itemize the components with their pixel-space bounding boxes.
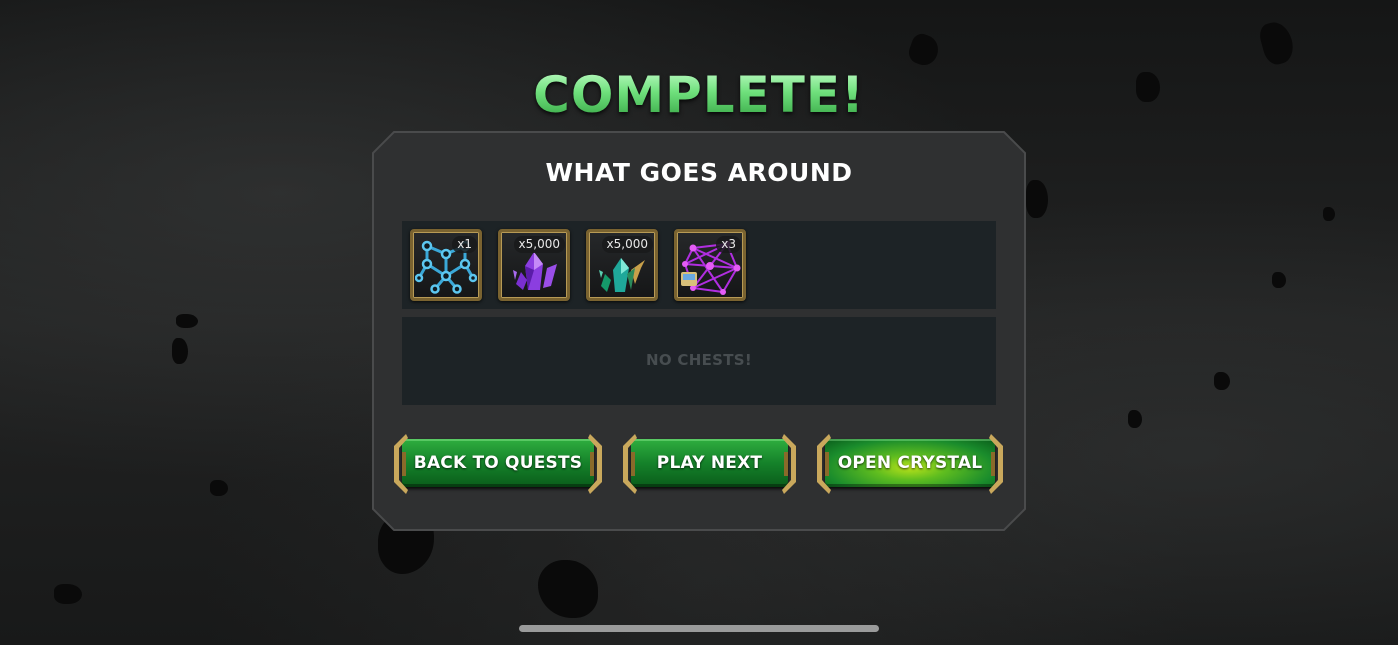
reward-item[interactable]: x5,000	[586, 229, 658, 301]
reward-quantity: x5,000	[513, 236, 565, 253]
asteroid	[54, 584, 82, 604]
reward-item[interactable]: x5,000	[498, 229, 570, 301]
asteroid	[1257, 18, 1297, 68]
asteroid	[1272, 272, 1286, 288]
asteroid	[1128, 410, 1142, 428]
quest-name: WHAT GOES AROUND	[545, 158, 853, 187]
asteroid	[538, 560, 598, 618]
no-chests-label: NO CHESTS!	[645, 351, 752, 369]
open-crystal-label: OPEN CRYSTAL	[837, 453, 983, 473]
asteroid	[210, 480, 228, 496]
open-crystal-button[interactable]: OPEN CRYSTAL	[815, 434, 1005, 494]
game-screen: COMPLETE! WHAT GOES AROUND x1 x5,000 x5,…	[0, 0, 1398, 645]
complete-title: COMPLETE!	[0, 66, 1398, 124]
rewards-row: x1 x5,000 x5,000 x3	[402, 221, 996, 309]
asteroid	[172, 338, 188, 364]
back-to-quests-label: BACK TO QUESTS	[413, 453, 583, 473]
reward-item[interactable]: x1	[410, 229, 482, 301]
play-next-button[interactable]: PLAY NEXT	[621, 434, 798, 494]
back-to-quests-button[interactable]: BACK TO QUESTS	[392, 434, 604, 494]
asteroid	[905, 31, 943, 69]
chests-box: NO CHESTS!	[402, 317, 996, 405]
reward-quantity: x1	[452, 236, 477, 253]
asteroid	[1323, 207, 1335, 221]
play-next-label: PLAY NEXT	[656, 453, 763, 473]
reward-quantity: x3	[716, 236, 741, 253]
reward-quantity: x5,000	[601, 236, 653, 253]
asteroid	[1026, 180, 1048, 218]
reward-item[interactable]: x3	[674, 229, 746, 301]
home-indicator[interactable]	[519, 625, 879, 632]
asteroid	[1214, 372, 1230, 390]
asteroid	[176, 314, 198, 328]
